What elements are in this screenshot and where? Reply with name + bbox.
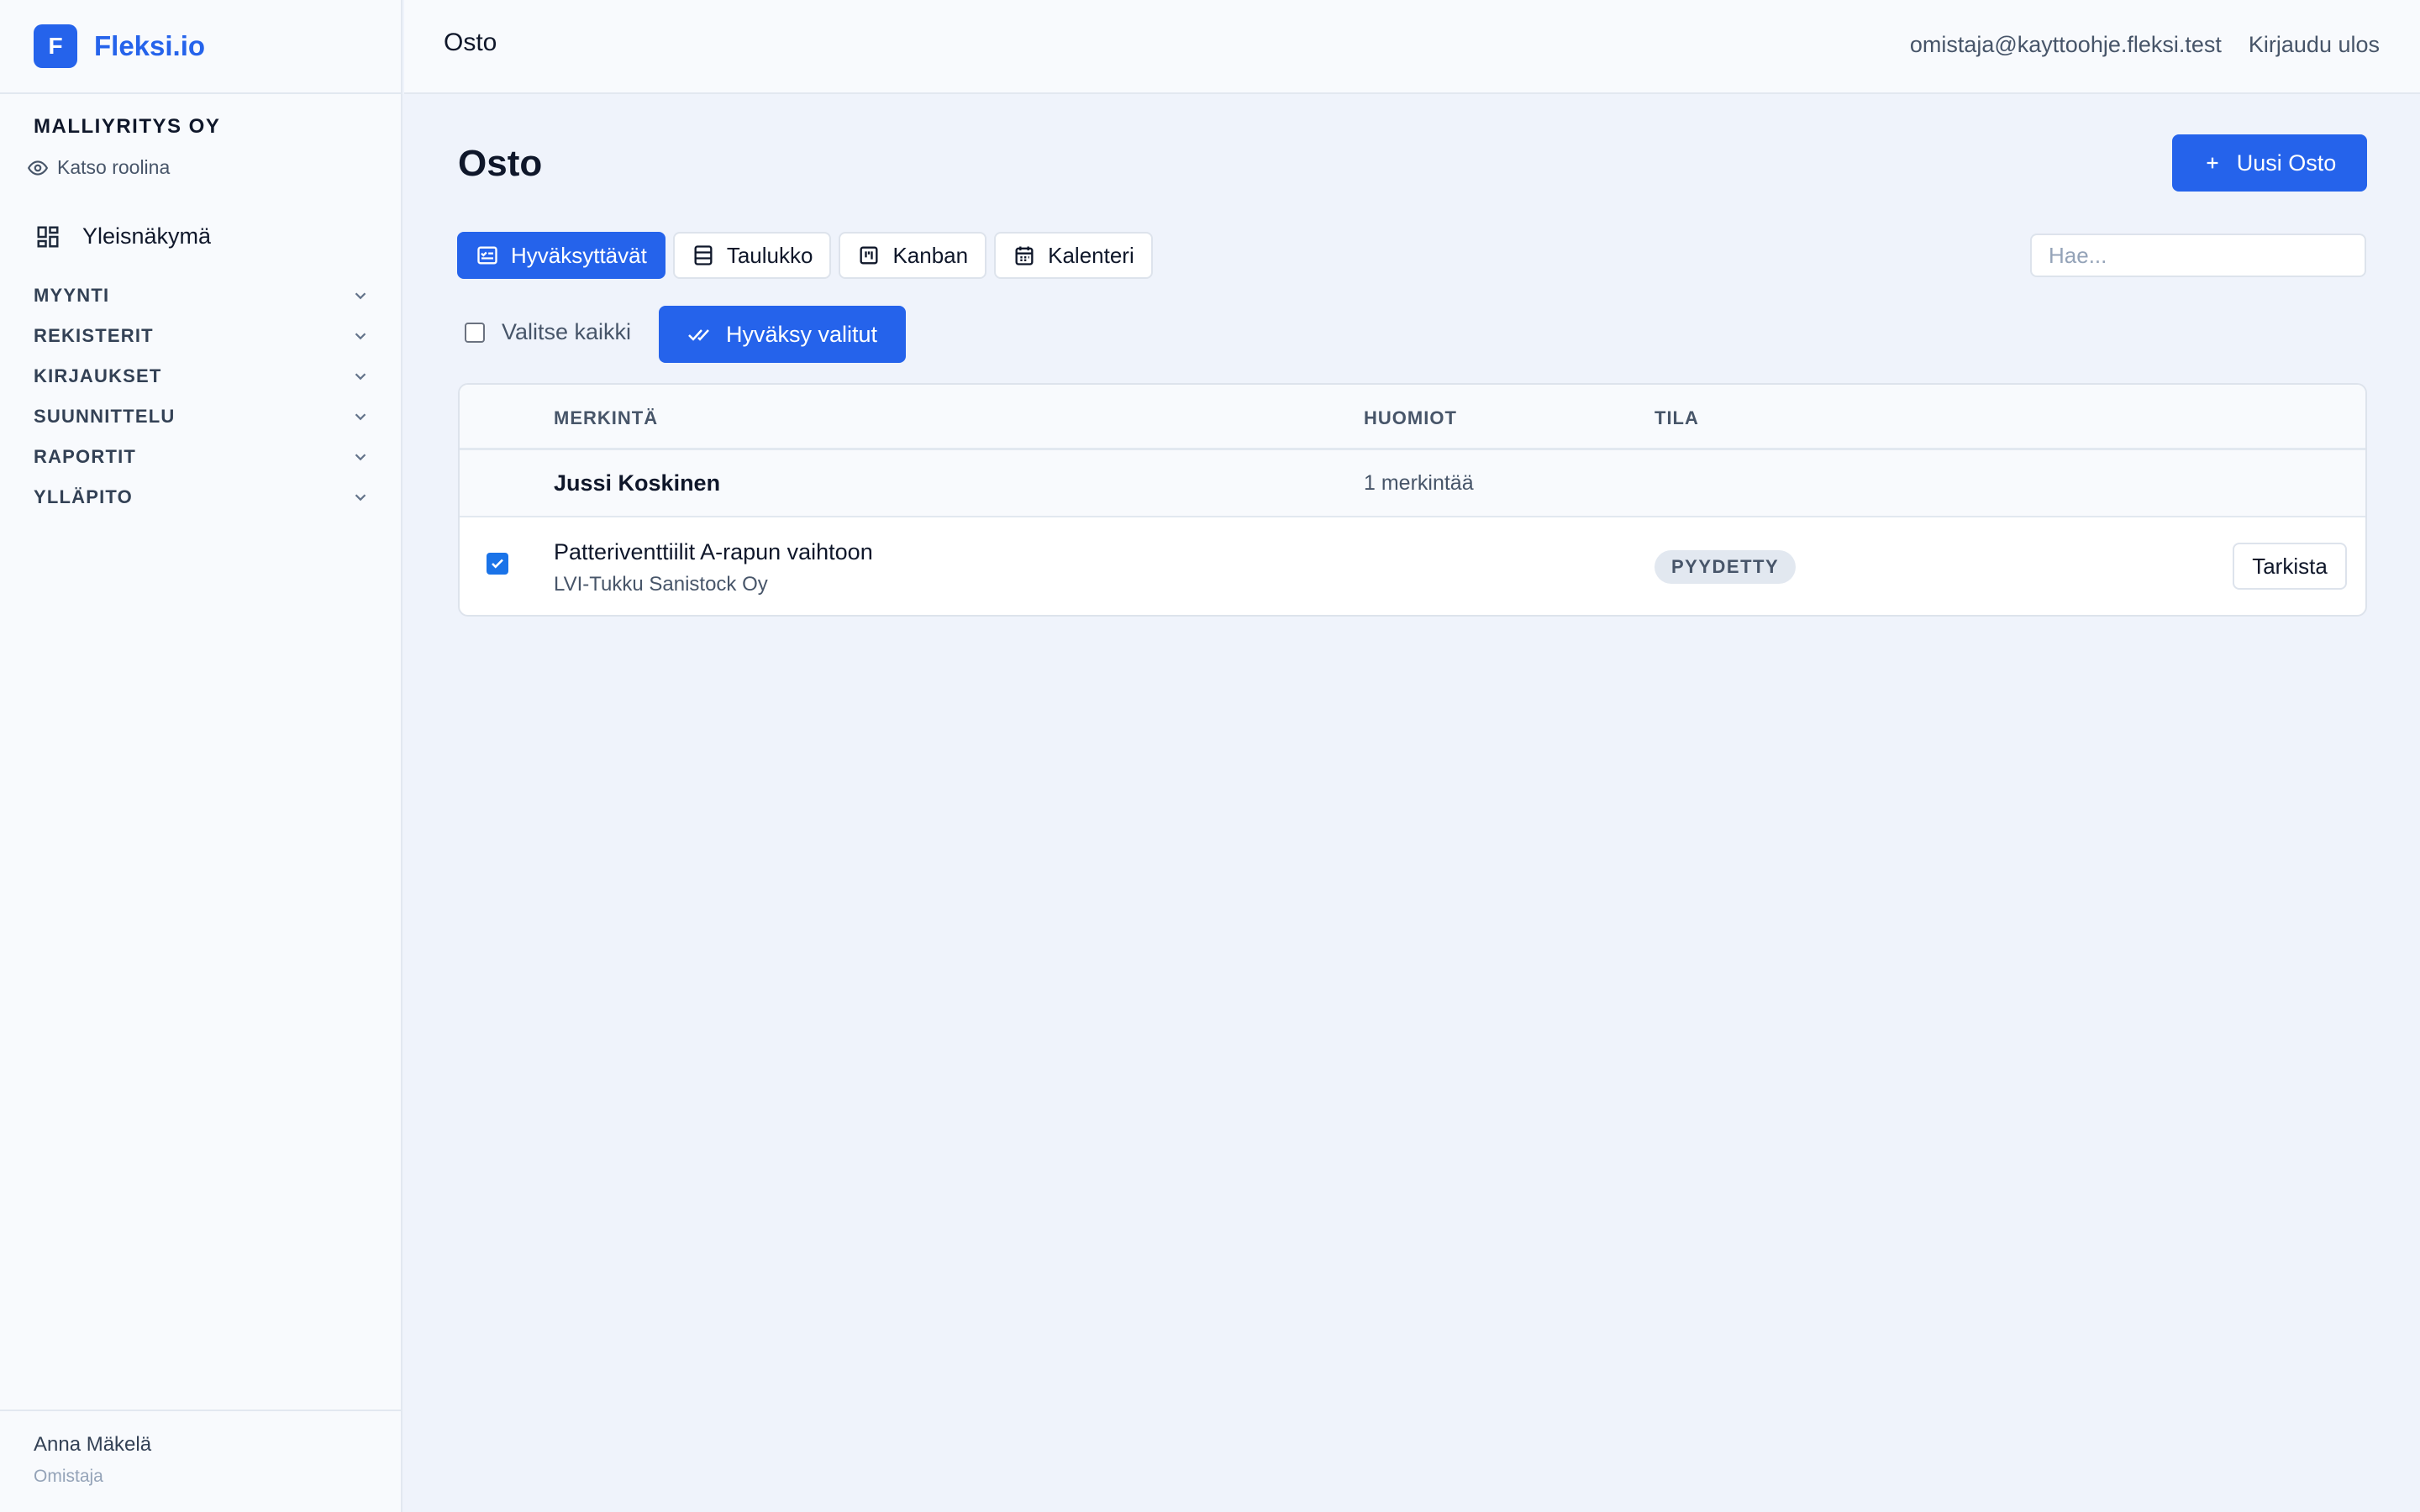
dashboard-icon: [37, 226, 59, 247]
sidebar-section-label: RAPORTIT: [34, 446, 137, 467]
sidebar-item-overview[interactable]: Yleisnäkymä: [35, 223, 211, 249]
tab-table-label: Taulukko: [726, 242, 813, 268]
tab-approvals-label: Hyväksyttävät: [511, 242, 647, 268]
select-all-checkbox[interactable]: [465, 322, 485, 343]
sidebar-section-label: KIRJAUKSET: [34, 365, 162, 386]
brand[interactable]: F Fleksi.io: [0, 0, 401, 94]
table-icon: [694, 245, 713, 265]
chevron-down-icon: [355, 494, 366, 501]
tab-table[interactable]: Taulukko: [672, 232, 832, 279]
topbar-title: Osto: [444, 29, 497, 56]
sidebar-section-myynti[interactable]: MYYNTI: [34, 276, 370, 316]
kanban-icon: [860, 246, 878, 265]
view-switcher: Hyväksyttävät Taulukko Kanban Kalenteri: [457, 232, 1153, 279]
topbar: Osto omistaja@kayttoohje.fleksi.test Kir…: [404, 0, 2420, 94]
sidebar-user: Anna Mäkelä Omistaja: [0, 1410, 402, 1512]
sidebar-section-suunnittelu[interactable]: SUUNNITTELU: [34, 396, 370, 437]
row-title: Patteriventtiilit A-rapun vaihtoon: [554, 539, 873, 564]
purchase-table: MERKINTÄ HUOMIOT TILA Jussi Koskinen 1 m…: [458, 383, 2367, 617]
view-as-role-label: Katso roolina: [57, 156, 171, 178]
user-role: Omistaja: [34, 1467, 103, 1486]
search-input[interactable]: [2030, 234, 2366, 277]
approval-list-icon: [477, 246, 497, 265]
group-name: Jussi Koskinen: [554, 470, 721, 496]
plus-icon: [2207, 157, 2218, 169]
eye-icon: [27, 160, 49, 176]
chevron-down-icon: [355, 373, 366, 381]
brand-logo: F: [34, 24, 77, 68]
chevron-down-icon: [355, 292, 366, 300]
checkmark-icon: [492, 559, 503, 569]
tab-kanban-label: Kanban: [892, 242, 969, 268]
sidebar: F Fleksi.io MALLIYRITYS OY Katso roolina…: [0, 0, 402, 1512]
review-button[interactable]: Tarkista: [2233, 543, 2347, 590]
view-as-role-link[interactable]: Katso roolina: [27, 156, 170, 179]
new-purchase-label: Uusi Osto: [2236, 150, 2337, 176]
column-header-entry[interactable]: MERKINTÄ: [554, 407, 658, 429]
table-row[interactable]: Patteriventtiilit A-rapun vaihtoon LVI-T…: [460, 517, 2365, 615]
user-email: omistaja@kayttoohje.fleksi.test: [1909, 32, 2222, 57]
group-count: 1 merkintää: [1364, 471, 1474, 495]
select-all[interactable]: Valitse kaikki: [465, 319, 631, 345]
sidebar-section-rekisterit[interactable]: REKISTERIT: [34, 316, 370, 356]
double-check-icon: [688, 329, 709, 341]
table-header: MERKINTÄ HUOMIOT TILA: [460, 385, 2365, 450]
approve-selected-button[interactable]: Hyväksy valitut: [659, 306, 906, 363]
row-checkbox[interactable]: [487, 553, 508, 575]
sidebar-section-kirjaukset[interactable]: KIRJAUKSET: [34, 356, 370, 396]
tab-kanban[interactable]: Kanban: [839, 232, 987, 279]
page-title: Osto: [458, 143, 543, 184]
tab-calendar-label: Kalenteri: [1048, 242, 1134, 268]
sidebar-section-yllapito[interactable]: YLLÄPITO: [34, 477, 370, 517]
sidebar-section-label: YLLÄPITO: [34, 486, 133, 507]
logout-link[interactable]: Kirjaudu ulos: [2249, 32, 2380, 58]
sidebar-sections: MYYNTI REKISTERIT KIRJAUKSET SUUNNITTELU…: [34, 276, 370, 517]
user-name: Anna Mäkelä: [34, 1433, 152, 1456]
calendar-icon: [1015, 246, 1034, 265]
column-header-status[interactable]: TILA: [1655, 407, 1699, 429]
sidebar-section-raportit[interactable]: RAPORTIT: [34, 437, 370, 477]
chevron-down-icon: [355, 413, 366, 421]
tab-calendar[interactable]: Kalenteri: [994, 232, 1153, 279]
chevron-down-icon: [355, 454, 366, 461]
sidebar-section-label: SUUNNITTELU: [34, 406, 176, 427]
brand-name: Fleksi.io: [94, 30, 206, 61]
group-row: Jussi Koskinen 1 merkintää: [460, 450, 2365, 517]
sidebar-section-label: MYYNTI: [34, 285, 110, 306]
select-all-label: Valitse kaikki: [502, 319, 632, 344]
new-purchase-button[interactable]: Uusi Osto: [2172, 134, 2367, 192]
topbar-user-area: omistaja@kayttoohje.fleksi.test Kirjaudu…: [1910, 32, 2380, 58]
sidebar-item-overview-label: Yleisnäkymä: [82, 223, 212, 249]
tab-approvals[interactable]: Hyväksyttävät: [457, 232, 666, 279]
company-name: MALLIYRITYS OY: [34, 115, 221, 138]
sidebar-section-label: REKISTERIT: [34, 325, 154, 346]
chevron-down-icon: [355, 333, 366, 340]
status-badge: PYYDETTY: [1655, 550, 1797, 584]
row-supplier: LVI-Tukku Sanistock Oy: [554, 573, 768, 596]
column-header-notes[interactable]: HUOMIOT: [1364, 407, 1457, 429]
approve-selected-label: Hyväksy valitut: [725, 321, 878, 347]
